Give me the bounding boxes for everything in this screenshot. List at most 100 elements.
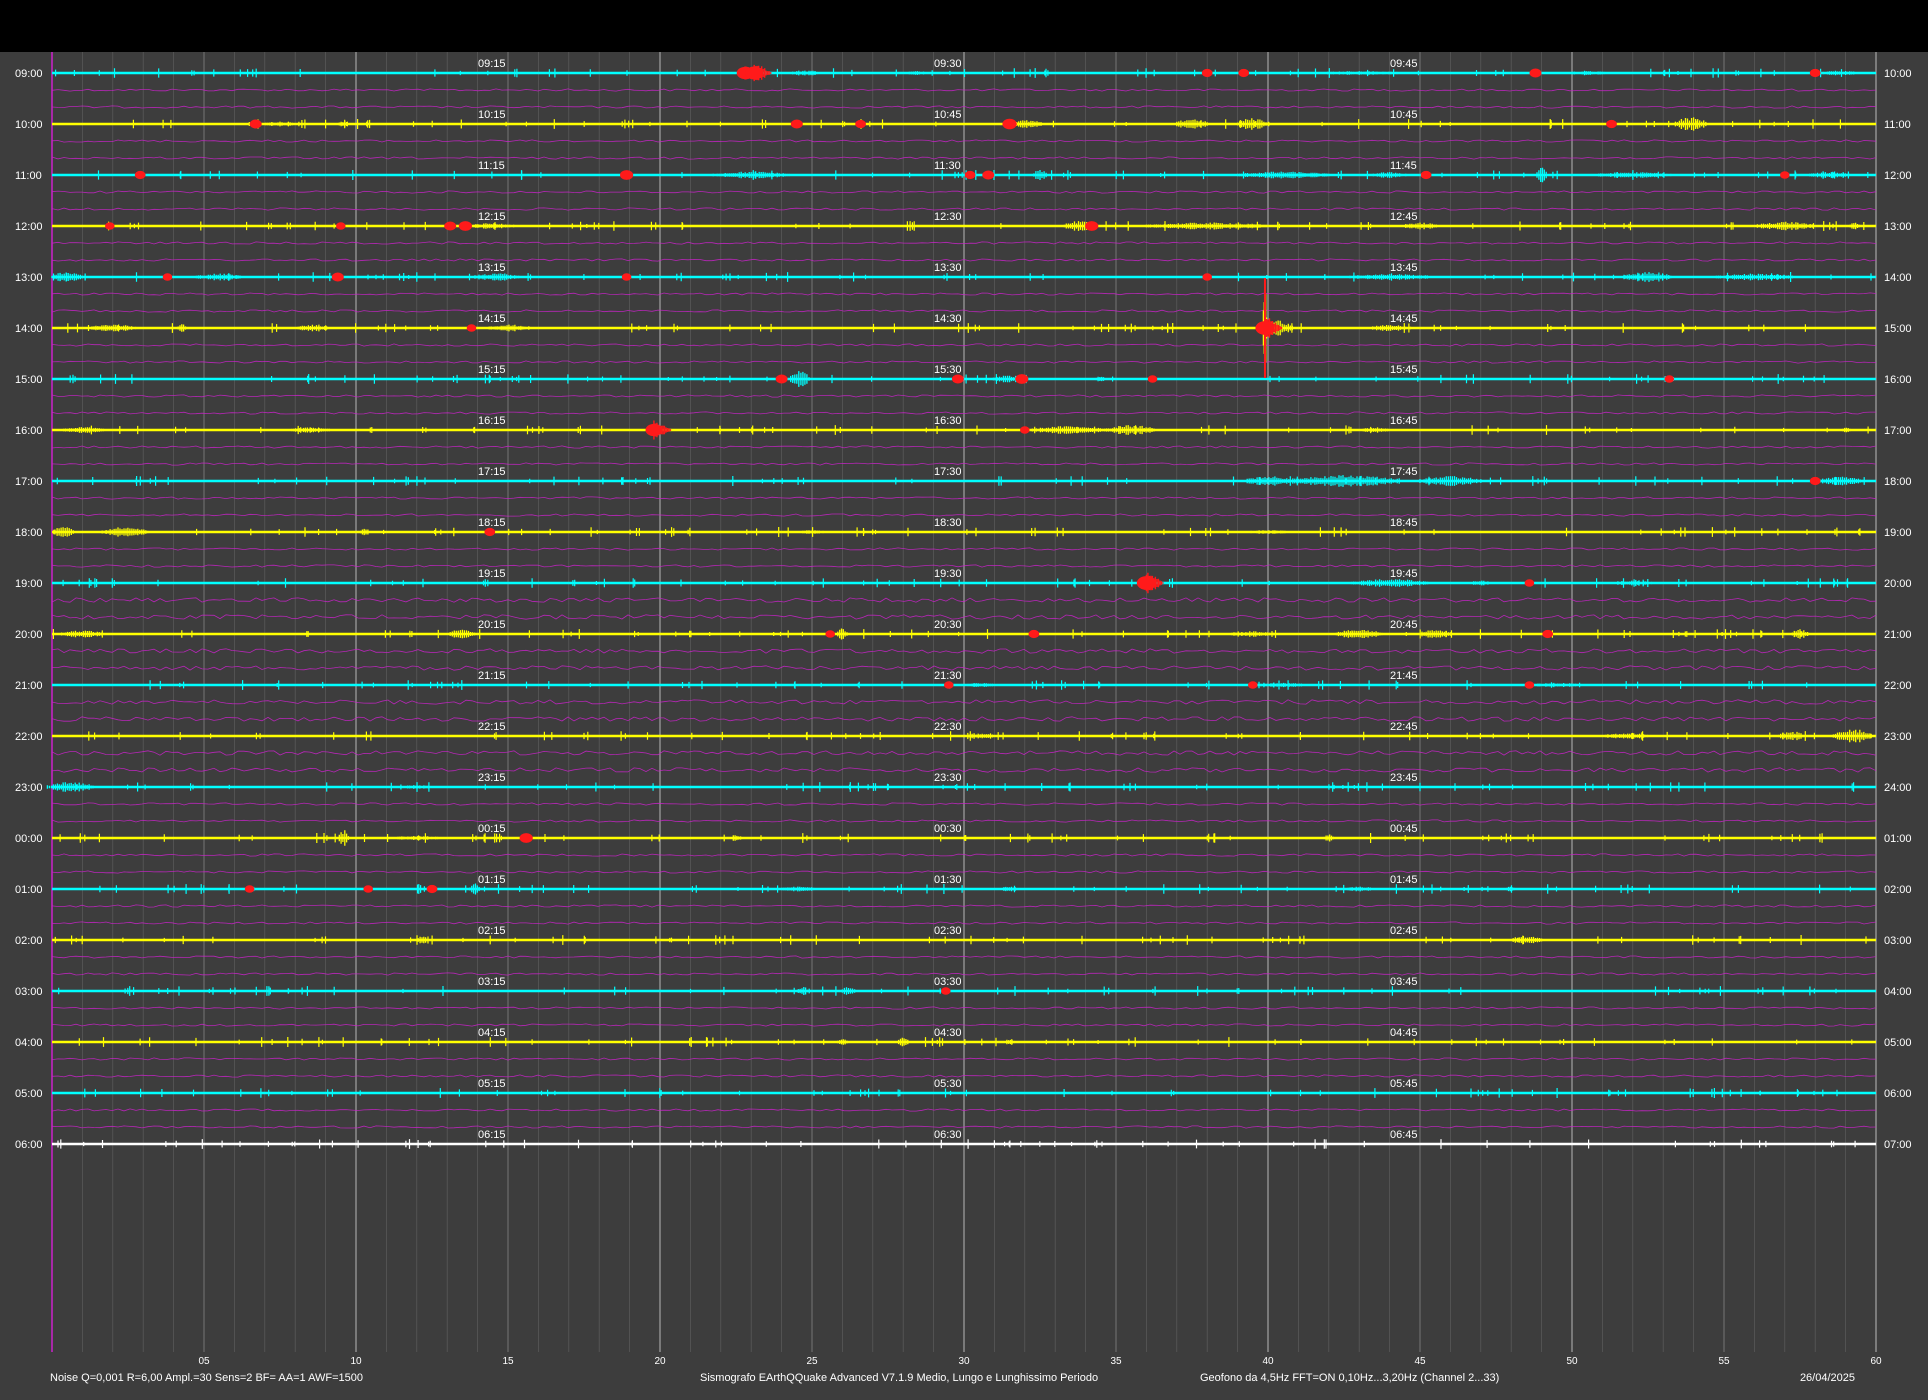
detected-event-marker (331, 272, 344, 282)
trace-burst (1312, 71, 1406, 75)
quarter-hour-label: 09:30 (934, 58, 962, 70)
detected-event-marker (1002, 118, 1017, 130)
row-start-time-label: 02:00 (15, 935, 43, 947)
quarter-hour-label: 06:30 (934, 1129, 962, 1141)
detected-event-marker (1028, 629, 1040, 639)
quarter-hour-label: 16:15 (478, 415, 506, 427)
row-end-time-label: 24:00 (1884, 782, 1912, 794)
quarter-hour-label: 21:15 (478, 670, 506, 682)
quarter-hour-label: 01:45 (1390, 874, 1418, 886)
quarter-hour-label: 04:15 (478, 1027, 506, 1039)
detected-event-marker (1147, 375, 1158, 383)
row-end-time-label: 13:00 (1884, 221, 1912, 233)
quarter-hour-label: 19:30 (934, 568, 962, 580)
detected-event-marker (964, 170, 976, 180)
row-end-time-label: 22:00 (1884, 680, 1912, 692)
detected-event-marker (426, 884, 438, 894)
quarter-hour-label: 13:45 (1390, 262, 1418, 274)
detected-event-marker (941, 987, 951, 995)
detected-event-marker (249, 119, 262, 129)
row-end-time-label: 17:00 (1884, 425, 1912, 437)
quarter-hour-label: 22:45 (1390, 721, 1418, 733)
detected-event-marker (1015, 374, 1029, 384)
quarter-hour-label: 20:45 (1390, 619, 1418, 631)
quarter-hour-label: 09:45 (1390, 58, 1418, 70)
detected-event-marker (1248, 681, 1258, 689)
quarter-hour-label: 03:15 (478, 976, 506, 988)
row-end-time-label: 01:00 (1884, 833, 1912, 845)
quarter-hour-label: 21:30 (934, 670, 962, 682)
row-start-time-label: 13:00 (15, 272, 43, 284)
row-end-time-label: 21:00 (1884, 629, 1912, 641)
row-end-time-label: 07:00 (1884, 1139, 1912, 1151)
row-start-time-label: 10:00 (15, 119, 43, 131)
detected-event-marker (1202, 273, 1212, 281)
grid-layer (51, 52, 1877, 1352)
time-labels: 05 10 15 20 25 30 35 40 45 50 55 60 09:00 10:00 09:15 0… (15, 58, 1912, 1367)
quarter-hour-label: 00:15 (478, 823, 506, 835)
trace-burst (1236, 171, 1330, 179)
detected-event-marker (466, 324, 477, 332)
quarter-hour-label: 20:15 (478, 619, 506, 631)
row-end-time-label: 14:00 (1884, 272, 1912, 284)
row-end-time-label: 11:00 (1884, 119, 1911, 131)
detected-event-marker (621, 273, 632, 281)
quarter-hour-label: 00:45 (1390, 823, 1418, 835)
row-start-time-label: 12:00 (15, 221, 43, 233)
row-end-time-label: 02:00 (1884, 884, 1912, 896)
detected-event-marker (944, 681, 954, 689)
detected-event-marker (1809, 476, 1821, 486)
detected-event-marker (134, 170, 146, 180)
row-start-time-label: 01:00 (15, 884, 43, 896)
row-start-time-label: 04:00 (15, 1037, 43, 1049)
trace-burst (1001, 886, 1018, 892)
detected-event-marker (1809, 68, 1821, 78)
quarter-hour-label: 05:45 (1390, 1078, 1418, 1090)
quarter-hour-label: 15:15 (478, 364, 506, 376)
footer-params: Noise Q=0,001 R=6,00 Ampl.=30 Sens=2 BF=… (50, 1372, 363, 1384)
row-end-time-label: 16:00 (1884, 374, 1912, 386)
quarter-hour-label: 17:30 (934, 466, 962, 478)
detected-event-marker (1020, 426, 1030, 434)
quarter-hour-label: 16:30 (934, 415, 962, 427)
quarter-hour-label: 15:45 (1390, 364, 1418, 376)
quarter-hour-label: 11:45 (1390, 160, 1417, 172)
row-start-time-label: 21:00 (15, 680, 43, 692)
quarter-hour-label: 22:30 (934, 721, 962, 733)
row-end-time-label: 06:00 (1884, 1088, 1912, 1100)
quarter-hour-label: 18:15 (478, 517, 506, 529)
row-start-time-label: 05:00 (15, 1088, 43, 1100)
quarter-hour-label: 10:15 (478, 109, 506, 121)
x-tick-label: 10 (350, 1356, 362, 1367)
detected-event-marker (982, 170, 995, 180)
quarter-hour-label: 12:15 (478, 211, 506, 223)
row-start-time-label: 20:00 (15, 629, 43, 641)
quarter-hour-label: 23:45 (1390, 772, 1418, 784)
detected-event-marker (1664, 375, 1675, 383)
row-end-time-label: 10:00 (1884, 68, 1912, 80)
detected-event-marker (105, 222, 115, 230)
quarter-hour-label: 02:45 (1390, 925, 1418, 937)
quarter-hour-label: 12:30 (934, 211, 962, 223)
quarter-hour-label: 14:45 (1390, 313, 1418, 325)
trace-burst (1401, 222, 1439, 230)
row-end-time-label: 18:00 (1884, 476, 1912, 488)
row-start-time-label: 03:00 (15, 986, 43, 998)
quarter-hour-label: 23:30 (934, 772, 962, 784)
row-end-time-label: 12:00 (1884, 170, 1912, 182)
quarter-hour-label: 14:15 (478, 313, 506, 325)
trace-burst (1370, 172, 1409, 178)
row-start-time-label: 23:00 (15, 782, 43, 794)
detected-event-marker (363, 885, 374, 893)
quarter-hour-label: 23:15 (478, 772, 506, 784)
quarter-hour-label: 19:15 (478, 568, 506, 580)
quarter-hour-label: 17:15 (478, 466, 506, 478)
footer: Noise Q=0,001 R=6,00 Ampl.=30 Sens=2 BF=… (50, 1372, 1855, 1384)
quarter-hour-label: 04:30 (934, 1027, 962, 1039)
detected-event-marker (1524, 579, 1535, 587)
detected-event-marker (620, 170, 634, 180)
detected-event-marker (1524, 681, 1535, 689)
quarter-hour-label: 01:30 (934, 874, 962, 886)
detected-event-marker (484, 527, 496, 537)
row-start-time-label: 00:00 (15, 833, 43, 845)
